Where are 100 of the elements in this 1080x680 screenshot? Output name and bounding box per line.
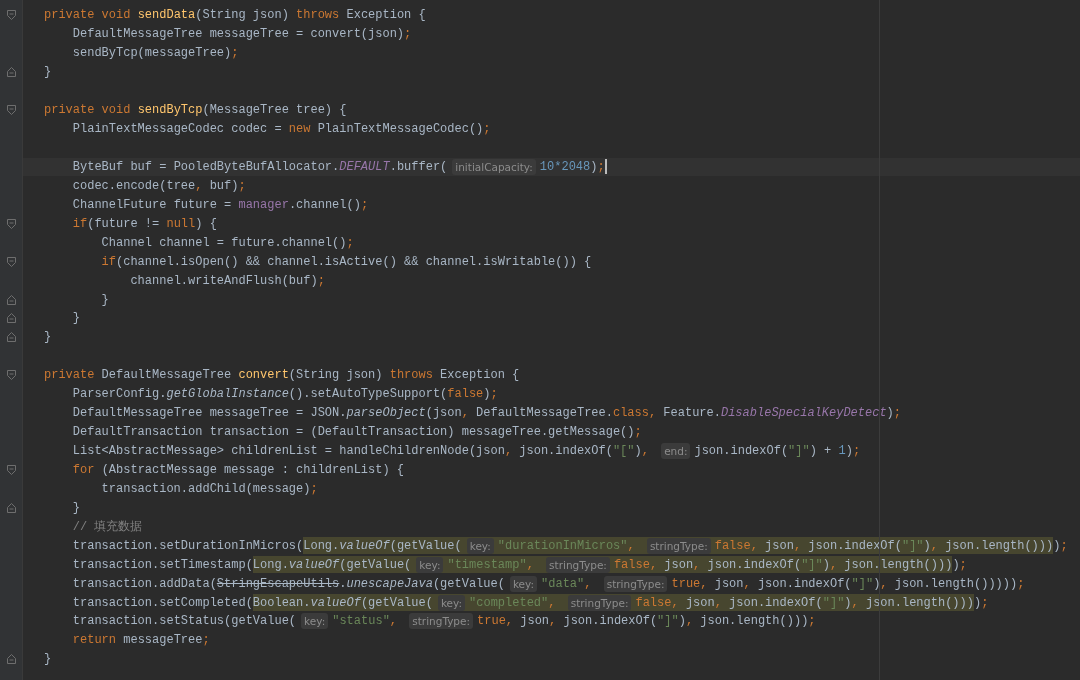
code-token: ;: [238, 178, 246, 193]
code-token: private: [44, 368, 96, 383]
code-token: "]": [788, 444, 810, 459]
code-token: List<AbstractMessage> childrenList = handleChildrenNode(json: [72, 444, 505, 459]
code-token: new: [288, 122, 312, 137]
code-token: ,: [504, 444, 514, 459]
code-token: return: [72, 633, 118, 648]
fold-marker-icon[interactable]: [6, 294, 16, 305]
code-token: DefaultMessageTree messageTree = convert(json): [72, 27, 405, 42]
fold-marker-icon[interactable]: [6, 502, 16, 513]
fold-marker-icon[interactable]: [6, 256, 16, 267]
parameter-hint: key:: [416, 556, 444, 573]
code-token: for: [72, 462, 96, 477]
code-token: Channel channel = future.channel(): [101, 235, 347, 250]
fold-marker-icon[interactable]: [6, 313, 16, 324]
code-token: manager: [238, 197, 289, 212]
code-token: ): [845, 444, 853, 459]
code-token: ,: [627, 538, 636, 553]
code-token: (MessageTree tree) {: [202, 103, 347, 118]
code-token: DefaultMessageTree.: [476, 406, 613, 421]
code-token: (getValue(: [389, 538, 462, 553]
code-token: sendByTcp: [137, 103, 203, 118]
code-token: ;: [597, 159, 605, 174]
code-token: 10*2048: [539, 159, 591, 174]
code-token: true: [477, 614, 506, 629]
code-token: ,: [389, 614, 399, 629]
code-token: ;: [634, 425, 642, 440]
code-token: unescapeJava: [346, 576, 433, 591]
code-token: json: [765, 538, 794, 553]
fold-marker-icon[interactable]: [6, 218, 16, 229]
code-token: json.length())))): [894, 576, 1018, 591]
code-token: ,: [829, 557, 839, 572]
code-token: "durationInMicros": [497, 538, 628, 553]
code-token: transaction.setCompleted(: [72, 595, 253, 610]
fold-marker-icon[interactable]: [6, 67, 16, 78]
code-token: "[": [612, 444, 635, 459]
code-token: sendData: [137, 8, 196, 23]
fold-marker-icon[interactable]: [6, 332, 16, 343]
code-token: ;: [231, 46, 239, 61]
code-token: codec.encode(tree: [72, 178, 196, 193]
text-cursor: [604, 159, 607, 175]
code-token: ;: [981, 595, 989, 610]
code-token: ,: [750, 538, 759, 553]
code-token: ;: [346, 235, 354, 250]
code-token: getGlobalInstance: [166, 387, 289, 402]
fold-marker-icon[interactable]: [6, 464, 16, 475]
code-token: ,: [584, 576, 593, 591]
code-token: ChannelFuture future =: [72, 197, 233, 212]
fold-marker-icon[interactable]: [6, 370, 16, 381]
code-comment: // 填充数据: [72, 519, 143, 536]
code-token: json.length())): [844, 557, 953, 572]
code-token: ;: [317, 273, 325, 288]
code-token: ,: [526, 557, 535, 572]
code-token: }: [44, 652, 52, 667]
code-token: ;: [360, 197, 369, 212]
code-token: false: [714, 538, 751, 553]
code-token: throws: [389, 368, 434, 383]
code-token: ): [590, 159, 598, 174]
code-token: (future !=: [87, 216, 161, 231]
code-token: ): [873, 576, 881, 591]
code-token: private void: [44, 8, 132, 23]
code-token: ByteBuf buf = PooledByteBufAllocator.: [72, 159, 340, 174]
code-token: convert: [238, 368, 289, 383]
code-token: json.indexOf(: [757, 576, 852, 591]
code-token: json.indexOf(: [519, 444, 613, 459]
code-token: ): [844, 595, 852, 610]
fold-marker-icon[interactable]: [6, 105, 16, 116]
parameter-hint: stringType:: [603, 575, 668, 592]
code-token: (getValue(: [339, 557, 412, 572]
code-token: ): [886, 406, 894, 421]
code-token: "data": [541, 576, 585, 591]
code-token: ,: [649, 557, 659, 572]
code-token: ,: [195, 178, 204, 193]
code-token: parseObject: [346, 406, 426, 421]
parameter-hint: key:: [509, 575, 538, 592]
code-token: ;: [483, 122, 491, 137]
fold-marker-icon[interactable]: [6, 654, 16, 665]
code-token: Exception {: [346, 8, 426, 23]
code-token: .: [339, 576, 347, 591]
code-token: false: [613, 557, 650, 572]
code-token: ,: [851, 595, 860, 610]
code-token: (String json): [195, 8, 290, 23]
code-token: ,: [641, 444, 650, 459]
code-token: if: [101, 254, 116, 269]
code-token: "]": [801, 557, 823, 572]
code-token: ;: [310, 481, 318, 496]
code-token: StringEscapeUtils: [216, 576, 340, 591]
code-token: json: [664, 557, 694, 572]
code-token: (json: [425, 406, 462, 421]
fold-marker-icon[interactable]: [6, 10, 16, 21]
code-token: ): [678, 614, 686, 629]
parameter-hint: key:: [301, 613, 329, 630]
code-token: ): [634, 444, 642, 459]
parameter-hint: stringType:: [409, 613, 474, 630]
code-token: json.indexOf(: [707, 557, 802, 572]
code-token: ,: [648, 406, 658, 421]
code-token: transaction.setDurationInMicros(: [72, 538, 304, 553]
code-token: ,: [930, 538, 939, 553]
code-token: (getValue(: [360, 595, 433, 610]
code-token: null: [166, 216, 196, 231]
